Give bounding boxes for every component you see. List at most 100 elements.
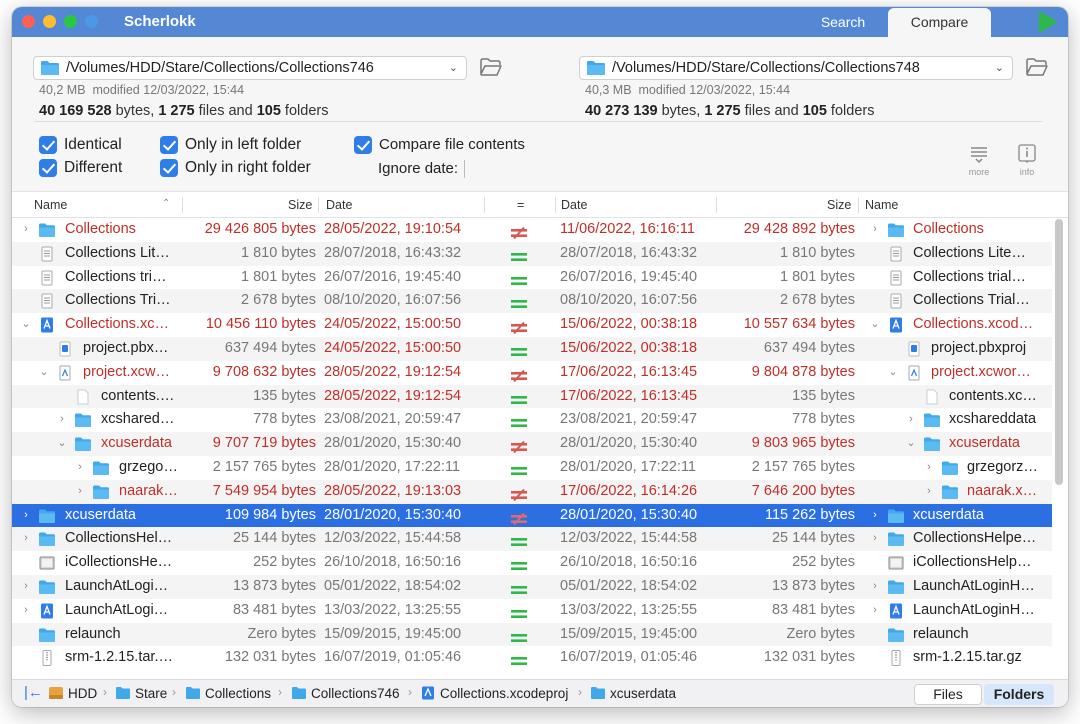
table-row[interactable]: › CollectionsHel… 25 144 bytes 12/03/2022, …	[12, 527, 1052, 552]
only-left-checkbox[interactable]: Only in left folder	[160, 136, 301, 154]
folders-mode-button[interactable]: Folders	[984, 684, 1054, 705]
right-size: 132 031 bytes	[763, 649, 855, 666]
disclosure-chevron-icon[interactable]: ›	[869, 575, 881, 599]
disclosure-chevron-icon[interactable]: ›	[923, 480, 935, 504]
disclosure-chevron-icon[interactable]: ›	[20, 504, 32, 528]
left-date: 28/01/2020, 15:30:40	[324, 506, 462, 523]
right-size: 83 481 bytes	[771, 601, 855, 618]
disclosure-chevron-icon[interactable]: ›	[869, 218, 881, 242]
more-button[interactable]: more	[959, 144, 999, 184]
col-size-left[interactable]: Size	[288, 198, 312, 212]
vertical-scrollbar[interactable]	[1055, 219, 1063, 485]
disclosure-chevron-icon[interactable]: ›	[20, 218, 32, 242]
right-open-folder-icon[interactable]	[1025, 57, 1049, 79]
col-name-left[interactable]: Name	[34, 198, 67, 212]
minimize-window-button[interactable]	[43, 15, 56, 28]
col-date-right[interactable]: Date	[561, 198, 587, 212]
right-date: 17/06/2022, 16:13:45	[560, 363, 698, 380]
disclosure-chevron-icon[interactable]: ›	[923, 456, 935, 480]
breadcrumb-item[interactable]: Collections.xcodeproj	[440, 686, 568, 701]
table-row[interactable]: project.pbx… 637 494 bytes 24/05/2022, 15:…	[12, 336, 1052, 361]
right-date: 08/10/2020, 16:07:56	[560, 292, 698, 309]
right-date: 28/01/2020, 15:30:40	[560, 506, 698, 523]
table-row[interactable]: › LaunchAtLogi… 83 481 bytes 13/03/2022, 13…	[12, 599, 1052, 623]
disclosure-chevron-icon[interactable]: ⌄	[38, 361, 50, 385]
tab-compare[interactable]: Compare	[888, 8, 991, 37]
folder-icon	[587, 61, 605, 75]
run-compare-play-icon[interactable]	[1036, 10, 1060, 34]
disclosure-chevron-icon[interactable]: ›	[20, 575, 32, 599]
only-right-checkbox[interactable]: Only in right folder	[160, 159, 311, 177]
table-row[interactable]: › xcshared… 778 bytes 23/08/2021, 20:59:47 2…	[12, 408, 1052, 432]
breadcrumb-item[interactable]: Stare	[135, 686, 167, 701]
left-path-selector[interactable]: /Volumes/HDD/Stare/Collections/Collectio…	[33, 56, 467, 80]
disclosure-chevron-icon[interactable]: ›	[74, 456, 86, 480]
right-path-text: /Volumes/HDD/Stare/Collections/Collectio…	[612, 60, 920, 76]
table-row[interactable]: iCollectionsHe… 252 bytes 26/10/2018, 16:5…	[12, 551, 1052, 575]
breadcrumb-item[interactable]: HDD	[68, 686, 97, 701]
left-size: 1 810 bytes	[241, 244, 316, 261]
col-size-right[interactable]: Size	[827, 198, 851, 212]
folder-icon	[941, 459, 959, 477]
table-row[interactable]: › grzego… 2 157 765 bytes 28/01/2020, 17:22…	[12, 456, 1052, 480]
left-date: 05/01/2022, 18:54:02	[324, 577, 462, 594]
left-size: 1 801 bytes	[241, 268, 316, 285]
disclosure-chevron-icon[interactable]: ⌄	[56, 432, 68, 456]
table-row[interactable]: Collections Tri… 2 678 bytes 08/10/2020, 1…	[12, 289, 1052, 314]
right-name: Collections.xcod…	[913, 316, 1034, 333]
table-row[interactable]: relaunch Zero bytes 15/09/2015, 19:45:00 15…	[12, 622, 1052, 647]
right-name: xcuserdata	[913, 506, 984, 523]
back-to-root-icon[interactable]: |←	[24, 684, 43, 701]
disclosure-chevron-icon[interactable]: ⌄	[869, 313, 881, 337]
left-size: 778 bytes	[253, 411, 316, 428]
disclosure-chevron-icon[interactable]: ⌄	[905, 432, 917, 456]
table-row[interactable]: srm-1.2.15.tar.… 132 031 bytes 16/07/2019,…	[12, 646, 1052, 670]
right-path-selector[interactable]: /Volumes/HDD/Stare/Collections/Collectio…	[579, 56, 1013, 80]
breadcrumb-item[interactable]: Collections	[205, 686, 271, 701]
right-date: 26/07/2016, 19:45:40	[560, 268, 698, 285]
tab-search[interactable]: Search	[802, 7, 884, 37]
right-size: 10 557 634 bytes	[743, 316, 855, 333]
folder-icon	[38, 578, 56, 596]
left-name: project.xcw…	[83, 363, 171, 380]
disclosure-chevron-icon[interactable]: ›	[20, 527, 32, 551]
table-row[interactable]: ⌄ project.xcw… 9 708 632 bytes 28/05/2022, …	[12, 361, 1052, 385]
table-row[interactable]: › Collections 29 426 805 bytes 28/05/2022, …	[12, 218, 1052, 242]
close-window-button[interactable]	[22, 15, 35, 28]
table-row[interactable]: › LaunchAtLogi… 13 873 bytes 05/01/2022, 18…	[12, 574, 1052, 599]
left-date: 28/01/2020, 17:22:11	[324, 458, 460, 475]
ignore-date-field[interactable]	[455, 160, 465, 178]
right-size: 29 428 892 bytes	[743, 221, 855, 237]
table-row[interactable]: Collections tri… 1 801 bytes 26/07/2016, 1…	[12, 266, 1052, 290]
disclosure-chevron-icon[interactable]: ⌄	[887, 361, 899, 385]
table-row[interactable]: › xcuserdata 109 984 bytes 28/01/2020, 15:3…	[12, 503, 1052, 528]
different-checkbox[interactable]: Different	[39, 159, 122, 177]
disclosure-chevron-icon[interactable]: ⌄	[20, 313, 32, 337]
table-row[interactable]: contents.… 135 bytes 28/05/2022, 19:12:54 1…	[12, 384, 1052, 409]
zoom-window-button[interactable]	[64, 15, 77, 28]
col-equal[interactable]: =	[517, 198, 524, 212]
disclosure-chevron-icon[interactable]: ›	[869, 599, 881, 623]
col-name-right[interactable]: Name	[865, 198, 898, 212]
table-row[interactable]: ⌄ xcuserdata 9 707 719 bytes 28/01/2020, 15…	[12, 432, 1052, 456]
compare-contents-checkbox[interactable]: Compare file contents	[354, 136, 525, 154]
left-open-folder-icon[interactable]	[479, 57, 503, 79]
disclosure-chevron-icon[interactable]: ›	[20, 599, 32, 623]
left-date: 28/05/2022, 19:10:54	[324, 221, 462, 237]
info-button[interactable]: info	[1007, 144, 1047, 184]
identical-checkbox[interactable]: Identical	[39, 136, 122, 154]
table-row[interactable]: Collections Lit… 1 810 bytes 28/07/2018, 1…	[12, 241, 1052, 266]
extra-window-button[interactable]	[85, 15, 98, 28]
disclosure-chevron-icon[interactable]: ›	[869, 504, 881, 528]
disclosure-chevron-icon[interactable]: ›	[905, 408, 917, 432]
col-date-left[interactable]: Date	[326, 198, 352, 212]
files-mode-button[interactable]: Files	[914, 684, 982, 705]
table-row[interactable]: › naarak… 7 549 954 bytes 28/05/2022, 19:13…	[12, 479, 1052, 504]
xcode-project-icon	[887, 602, 905, 620]
breadcrumb-item[interactable]: xcuserdata	[610, 686, 676, 701]
disclosure-chevron-icon[interactable]: ›	[56, 408, 68, 432]
disclosure-chevron-icon[interactable]: ›	[869, 527, 881, 551]
disclosure-chevron-icon[interactable]: ›	[74, 480, 86, 504]
table-row[interactable]: ⌄ Collections.xc… 10 456 110 bytes 24/05/20…	[12, 313, 1052, 337]
breadcrumb-item[interactable]: Collections746	[311, 686, 400, 701]
